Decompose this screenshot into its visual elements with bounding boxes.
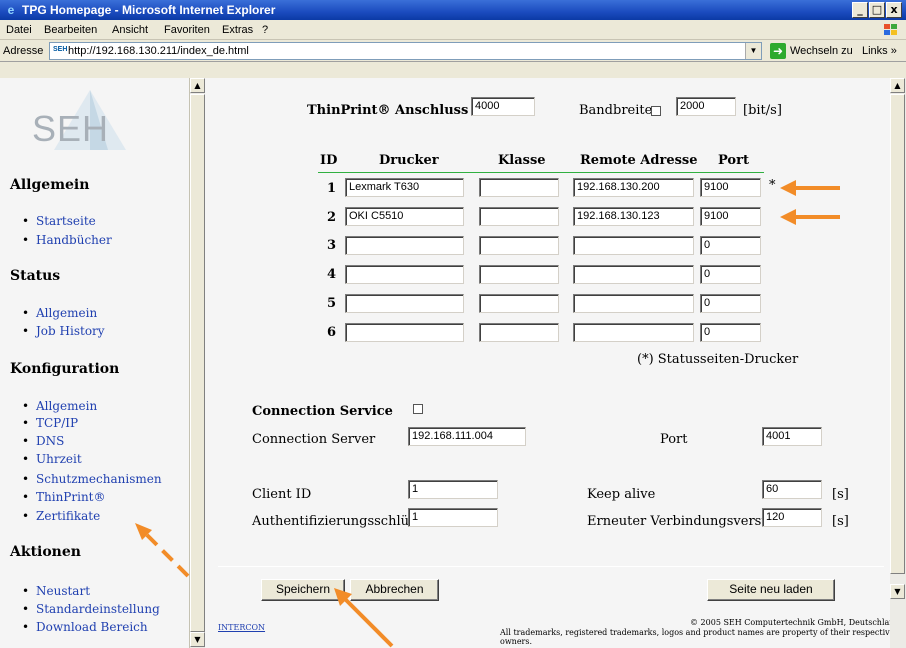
arrow-zertifikate-line [142,530,190,578]
arrow-save-line [342,596,394,648]
arrow-row2-head [780,209,796,225]
arrow-row1-head [780,180,796,196]
annotation-arrows [135,180,840,648]
